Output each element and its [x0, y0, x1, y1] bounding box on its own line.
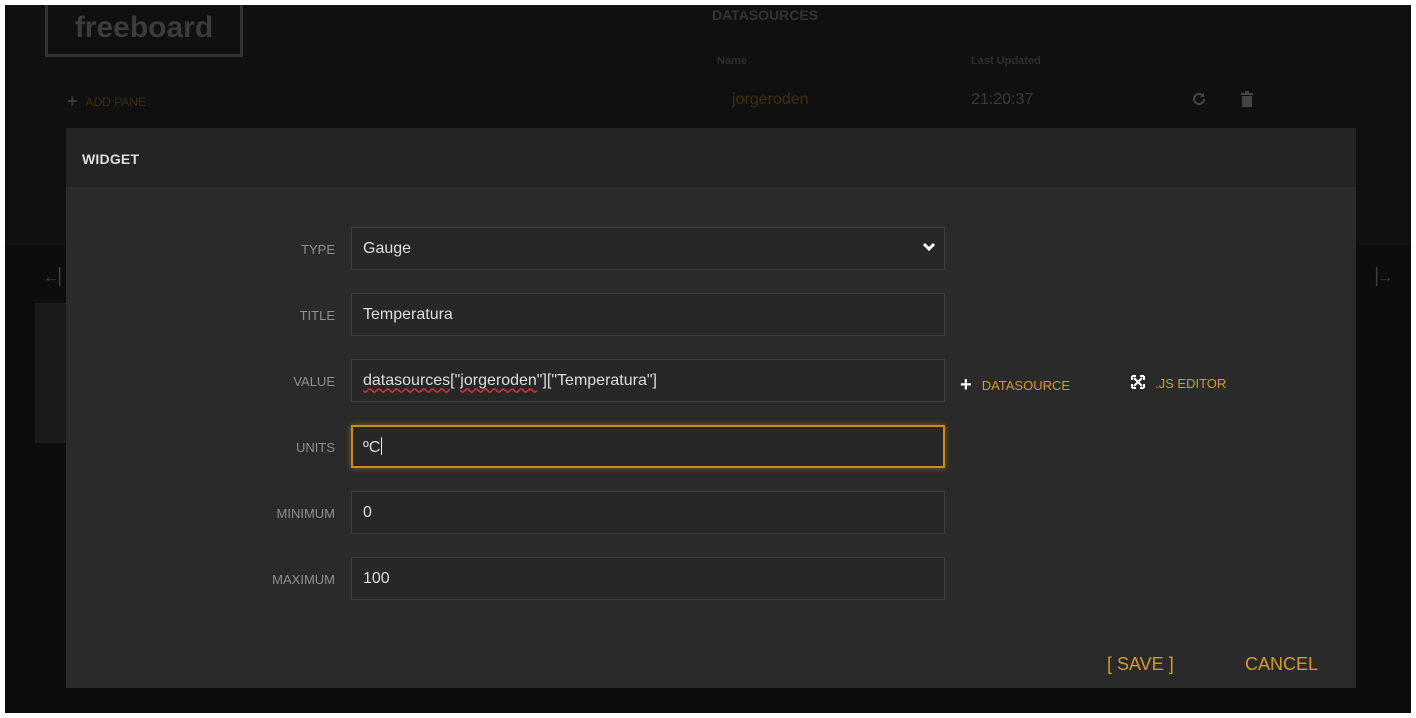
minimum-label: MINIMUM — [276, 506, 336, 521]
plus-icon: + — [960, 374, 972, 396]
maximum-label: MAXIMUM — [272, 572, 335, 587]
widget-modal: WIDGET TYPE Gauge TITLE Temperatura VALU… — [66, 128, 1356, 688]
datasources-column-last-updated: Last Updated — [971, 55, 1041, 67]
minimum-value: 0 — [363, 503, 372, 521]
arrow-right-icon[interactable]: ▕→ — [1365, 267, 1393, 287]
datasources-column-name: Name — [717, 55, 747, 67]
add-pane-button[interactable]: + ADD PANE — [67, 91, 146, 112]
datasource-last-updated: 21:20:37 — [971, 91, 1034, 108]
maximum-input[interactable]: 100 — [351, 557, 945, 600]
datasources-title: DATASOURCES — [712, 7, 819, 23]
add-datasource-label: DATASOURCE — [981, 377, 1071, 393]
value-spell-2: jorgeroden — [460, 371, 537, 389]
value-spell-1: datasources — [363, 371, 451, 389]
minimum-input[interactable]: 0 — [351, 491, 945, 534]
cancel-button[interactable]: CANCEL — [1245, 654, 1318, 675]
type-select[interactable]: Gauge — [351, 227, 945, 270]
freeboard-app: freeboard + ADD PANE DATASOURCES Name La… — [5, 5, 1411, 713]
value-label: VALUE — [293, 374, 335, 389]
app-logo: freeboard — [45, 5, 243, 57]
js-editor-button[interactable]: .JS EDITOR — [1131, 375, 1226, 392]
type-value: Gauge — [363, 239, 412, 257]
add-pane-label: ADD PANE — [85, 94, 146, 109]
modal-title: WIDGET — [82, 151, 140, 167]
trash-icon[interactable] — [1240, 91, 1254, 112]
modal-header: WIDGET — [66, 128, 1356, 187]
title-input[interactable]: Temperatura — [351, 293, 945, 336]
plus-icon: + — [67, 91, 78, 111]
type-label: TYPE — [301, 242, 335, 257]
js-editor-label: .JS EDITOR — [1155, 376, 1227, 391]
add-datasource-button[interactable]: + DATASOURCE — [960, 375, 1070, 395]
units-value: ºC — [363, 438, 381, 456]
value-text: datasources["jorgeroden"]["Temperatura"] — [363, 372, 657, 390]
chevron-down-icon — [922, 240, 936, 259]
title-label: TITLE — [299, 308, 335, 323]
units-input[interactable]: ºC — [351, 425, 945, 468]
units-label: UNITS — [296, 440, 335, 455]
expand-icon — [1131, 375, 1145, 392]
datasource-name-link[interactable]: jorgeroden — [732, 91, 809, 109]
screen-frame: freeboard + ADD PANE DATASOURCES Name La… — [0, 0, 1416, 718]
refresh-icon[interactable] — [1191, 91, 1207, 112]
title-value: Temperatura — [363, 305, 453, 323]
value-input[interactable]: datasources["jorgeroden"]["Temperatura"] — [351, 359, 945, 402]
maximum-value: 100 — [363, 569, 390, 587]
value-mid: [" — [450, 371, 461, 389]
save-button[interactable]: [ SAVE ] — [1107, 654, 1174, 675]
value-suffix: "]["Temperatura"] — [536, 371, 657, 389]
